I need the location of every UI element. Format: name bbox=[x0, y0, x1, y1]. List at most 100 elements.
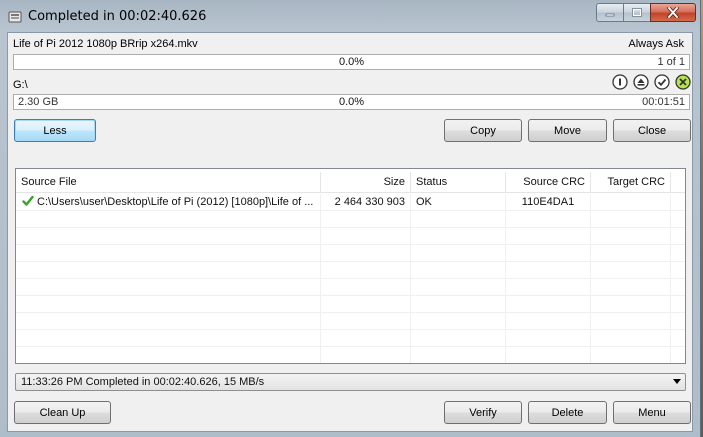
status-line: 11:33:26 PM Completed in 00:02:40.626, 1… bbox=[21, 376, 265, 388]
grid-divider bbox=[320, 211, 321, 228]
grid-divider bbox=[505, 262, 506, 279]
grid-divider bbox=[505, 245, 506, 262]
maximize-button[interactable] bbox=[623, 3, 651, 22]
column-header-source-file[interactable]: Source File bbox=[16, 172, 321, 192]
grid-divider bbox=[670, 262, 671, 279]
grid-divider bbox=[590, 296, 591, 313]
grid-divider bbox=[320, 262, 321, 279]
source-file-path: C:\Users\user\Desktop\Life of Pi (2012) … bbox=[37, 196, 314, 208]
destination-path: G:\ bbox=[13, 79, 28, 91]
grid-divider bbox=[505, 313, 506, 330]
checkmark-icon bbox=[22, 195, 34, 206]
grid-divider bbox=[410, 262, 411, 279]
grid-divider bbox=[590, 228, 591, 245]
grid-divider bbox=[670, 330, 671, 347]
grid-divider bbox=[410, 330, 411, 347]
grid-divider bbox=[320, 279, 321, 296]
window-title: Completed in 00:02:40.626 bbox=[28, 9, 207, 24]
file-progress-bar: 0.0% 1 of 1 bbox=[13, 54, 690, 70]
copy-button[interactable]: Copy bbox=[444, 119, 522, 142]
grid-divider bbox=[320, 245, 321, 262]
file-counter: 1 of 1 bbox=[657, 56, 685, 68]
grid-divider bbox=[505, 211, 506, 228]
grid-divider bbox=[505, 296, 506, 313]
delete-button[interactable]: Delete bbox=[528, 401, 607, 424]
empty-list-row bbox=[16, 211, 685, 228]
cell-source-file: C:\Users\user\Desktop\Life of Pi (2012) … bbox=[16, 194, 321, 211]
clean-up-button[interactable]: Clean Up bbox=[14, 401, 111, 424]
overwrite-mode[interactable]: Always Ask bbox=[628, 38, 684, 50]
maximize-icon bbox=[632, 8, 642, 17]
close-button[interactable]: Close bbox=[613, 119, 691, 142]
move-button[interactable]: Move bbox=[528, 119, 607, 142]
grid-divider bbox=[320, 313, 321, 330]
elapsed-time: 00:01:51 bbox=[642, 96, 685, 108]
cancel-circle-icon[interactable] bbox=[675, 74, 691, 90]
grid-divider bbox=[670, 228, 671, 245]
grid-divider bbox=[670, 347, 671, 363]
copy-dialog-window: Completed in 00:02:40.626 Life of Pi 201… bbox=[0, 0, 701, 437]
file-list[interactable]: Source File Size Status Source CRC Targe… bbox=[15, 168, 686, 364]
cell-size: 2 464 330 903 bbox=[321, 194, 411, 211]
column-header-status[interactable]: Status bbox=[411, 172, 506, 192]
menu-button[interactable]: Menu bbox=[613, 401, 691, 424]
total-progress-text: 0.0% bbox=[338, 96, 365, 108]
grid-divider bbox=[320, 347, 321, 363]
status-dropdown[interactable]: 11:33:26 PM Completed in 00:02:40.626, 1… bbox=[15, 373, 686, 391]
chevron-down-icon bbox=[673, 379, 681, 384]
column-header-source-crc[interactable]: Source CRC bbox=[506, 172, 591, 192]
empty-list-row bbox=[16, 347, 685, 363]
grid-divider bbox=[670, 296, 671, 313]
grid-divider bbox=[590, 313, 591, 330]
pause-icon[interactable] bbox=[612, 74, 628, 90]
grid-divider bbox=[670, 245, 671, 262]
grid-divider bbox=[670, 313, 671, 330]
less-button[interactable]: Less bbox=[14, 119, 96, 142]
grid-divider bbox=[410, 228, 411, 245]
title-bar[interactable]: Completed in 00:02:40.626 bbox=[0, 0, 700, 32]
grid-divider bbox=[410, 279, 411, 296]
grid-divider bbox=[590, 262, 591, 279]
cell-status: OK bbox=[411, 194, 506, 211]
grid-divider bbox=[410, 211, 411, 228]
minimize-icon bbox=[605, 13, 615, 16]
grid-divider bbox=[505, 347, 506, 363]
minimize-button[interactable] bbox=[596, 3, 624, 22]
total-progress-bar: 2.30 GB 0.0% 00:01:51 bbox=[13, 94, 690, 110]
grid-divider bbox=[670, 279, 671, 296]
grid-divider bbox=[410, 313, 411, 330]
empty-list-row bbox=[16, 279, 685, 296]
empty-list-row bbox=[16, 296, 685, 313]
grid-divider bbox=[505, 228, 506, 245]
column-header-target-crc[interactable]: Target CRC bbox=[591, 172, 671, 192]
grid-divider bbox=[590, 347, 591, 363]
grid-divider bbox=[410, 245, 411, 262]
check-circle-icon[interactable] bbox=[654, 74, 670, 90]
cell-target-crc bbox=[591, 194, 671, 211]
grid-divider bbox=[505, 330, 506, 347]
source-file-name: Life of Pi 2012 1080p BRrip x264.mkv bbox=[13, 38, 198, 50]
grid-divider bbox=[590, 211, 591, 228]
grid-divider bbox=[590, 330, 591, 347]
grid-divider bbox=[590, 245, 591, 262]
grid-divider bbox=[320, 296, 321, 313]
close-window-button[interactable] bbox=[650, 3, 696, 22]
verify-button[interactable]: Verify bbox=[444, 401, 522, 424]
empty-list-row bbox=[16, 313, 685, 330]
column-header-size[interactable]: Size bbox=[321, 172, 411, 192]
copy-app-icon bbox=[8, 11, 22, 23]
cell-source-crc: 110E4DA1 bbox=[506, 194, 591, 211]
file-list-header: Source File Size Status Source CRC Targe… bbox=[16, 172, 685, 193]
grid-divider bbox=[590, 279, 591, 296]
empty-list-row bbox=[16, 262, 685, 279]
grid-divider bbox=[320, 330, 321, 347]
dialog-content: Life of Pi 2012 1080p BRrip x264.mkv Alw… bbox=[7, 32, 693, 432]
grid-divider bbox=[410, 296, 411, 313]
empty-list-row bbox=[16, 245, 685, 262]
grid-divider bbox=[505, 279, 506, 296]
table-row[interactable]: C:\Users\user\Desktop\Life of Pi (2012) … bbox=[16, 194, 685, 211]
close-icon bbox=[667, 7, 679, 18]
eject-icon[interactable] bbox=[633, 74, 649, 90]
grid-divider bbox=[670, 211, 671, 228]
empty-list-row bbox=[16, 228, 685, 245]
